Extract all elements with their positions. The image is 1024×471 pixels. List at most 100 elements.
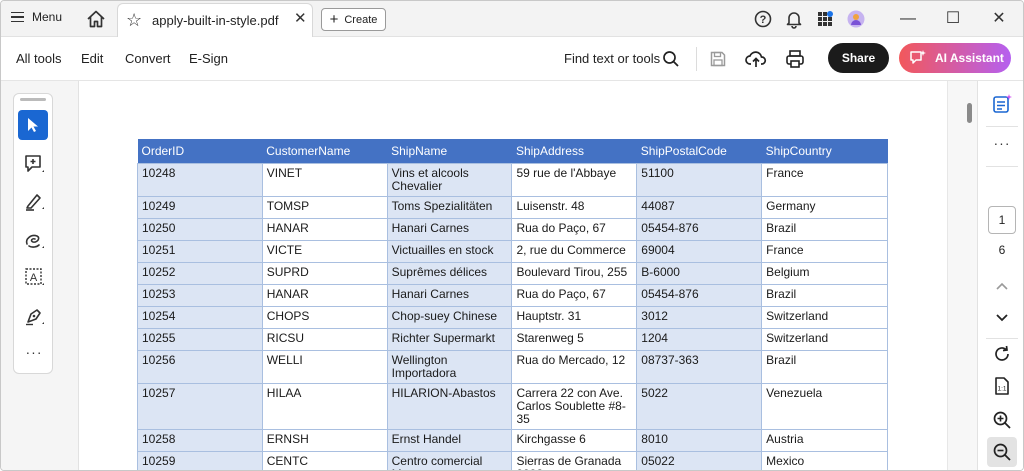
rail-more-icon[interactable]: ··· xyxy=(991,135,1013,151)
cell-shipcountry: Brazil xyxy=(761,283,888,307)
header-orderid: OrderID xyxy=(137,139,263,163)
profile-avatar[interactable] xyxy=(846,9,866,29)
vertical-scrollbar[interactable] xyxy=(947,81,977,470)
right-rail: ··· 1 6 1:1 xyxy=(977,81,1023,470)
zoom-in-icon[interactable] xyxy=(991,409,1013,431)
cell-shipcountry: Brazil xyxy=(761,217,888,241)
cell-shipaddress: Hauptstr. 31 xyxy=(511,305,638,329)
find-text-or-tools[interactable]: Find text or tools xyxy=(564,51,660,66)
table-row: 10250 HANAR Hanari Carnes Rua do Paço, 6… xyxy=(137,217,888,241)
table-row: 10259 CENTC Centro comercial Moctezuma S… xyxy=(137,450,888,470)
cell-shipaddress: 2, rue du Commerce xyxy=(511,239,638,263)
title-bar: Menu ☆ apply-built-in-style.pdf ✕ + Crea… xyxy=(1,1,1023,37)
apps-grid-icon[interactable] xyxy=(815,9,835,29)
chevron-up-icon[interactable] xyxy=(991,275,1013,297)
draw-freehand-icon[interactable] xyxy=(23,229,45,251)
more-tools-icon[interactable]: ··· xyxy=(23,344,45,360)
cell-customername: CENTC xyxy=(261,450,388,470)
cell-shipaddress: Sierras de Granada 9993 xyxy=(511,450,638,470)
cell-shipname: Toms Spezialitäten xyxy=(386,195,513,219)
rail-divider xyxy=(986,126,1018,127)
menu-convert[interactable]: Convert xyxy=(125,51,171,66)
cell-shipaddress: Rua do Paço, 67 xyxy=(511,217,638,241)
select-tool-button[interactable] xyxy=(18,110,48,140)
ai-assistant-button[interactable]: AI Assistant xyxy=(899,43,1011,73)
quick-tools-panel: A ··· xyxy=(13,93,53,374)
upload-cloud-icon[interactable] xyxy=(745,48,767,70)
add-comment-icon[interactable] xyxy=(23,153,45,175)
rotate-icon[interactable] xyxy=(991,343,1013,365)
cell-shipaddress: Kirchgasse 6 xyxy=(511,428,638,452)
table-row: 10248 VINET Vins et alcools Chevalier 59… xyxy=(137,162,888,197)
cell-orderid: 10257 xyxy=(137,382,263,430)
cell-orderid: 10256 xyxy=(137,349,263,384)
menu-esign[interactable]: E-Sign xyxy=(189,51,228,66)
close-tab-icon[interactable]: ✕ xyxy=(294,11,307,27)
search-icon[interactable] xyxy=(661,49,681,69)
cell-shippostalcode: 05022 xyxy=(636,450,763,470)
orders-table: OrderID CustomerName ShipName ShipAddres… xyxy=(137,139,888,470)
save-icon[interactable] xyxy=(708,49,728,69)
page-total: 6 xyxy=(998,243,1006,257)
print-icon[interactable] xyxy=(784,48,806,70)
cell-customername: WELLI xyxy=(261,349,388,384)
create-button[interactable]: + Create xyxy=(321,8,386,31)
main-toolbar: All tools Edit Convert E-Sign Find text … xyxy=(1,37,1023,81)
menu-button[interactable]: Menu xyxy=(11,10,62,24)
svg-text:?: ? xyxy=(760,14,767,26)
table-row: 10257 HILAA HILARION-Abastos Carrera 22 … xyxy=(137,382,888,430)
header-shipaddress: ShipAddress xyxy=(511,139,637,163)
create-label: Create xyxy=(344,13,378,26)
text-box-icon[interactable]: A xyxy=(23,266,45,288)
cell-shipname: Hanari Carnes xyxy=(386,283,513,307)
maximize-icon[interactable]: ☐ xyxy=(943,9,963,29)
cell-shippostalcode: 05454-876 xyxy=(636,283,763,307)
cell-shipname: Richter Supermarkt xyxy=(386,327,513,351)
scrollbar-thumb[interactable] xyxy=(967,103,972,123)
document-tab[interactable]: ☆ apply-built-in-style.pdf ✕ xyxy=(117,3,313,37)
highlight-pen-icon[interactable] xyxy=(23,190,45,212)
cell-shippostalcode: 1204 xyxy=(636,327,763,351)
table-row: 10253 HANAR Hanari Carnes Rua do Paço, 6… xyxy=(137,283,888,307)
cell-shippostalcode: 51100 xyxy=(636,162,763,197)
table-header-row: OrderID CustomerName ShipName ShipAddres… xyxy=(137,139,888,163)
menu-all-tools[interactable]: All tools xyxy=(16,51,62,66)
minimize-icon[interactable]: — xyxy=(898,9,918,29)
cell-shipaddress: Carrera 22 con Ave. Carlos Soublette #8-… xyxy=(511,382,638,430)
notification-bell-icon[interactable] xyxy=(784,9,804,29)
sign-pen-icon[interactable] xyxy=(23,305,45,327)
drag-handle[interactable] xyxy=(20,98,46,101)
cell-customername: SUPRD xyxy=(261,261,388,285)
toolbar-divider xyxy=(696,47,697,71)
cell-orderid: 10258 xyxy=(137,428,263,452)
help-icon[interactable]: ? xyxy=(753,9,773,29)
cell-shipaddress: Rua do Paço, 67 xyxy=(511,283,638,307)
header-shippostalcode: ShipPostalCode xyxy=(636,139,762,163)
cell-customername: HILAA xyxy=(261,382,388,430)
table-row: 10255 RICSU Richter Supermarkt Starenweg… xyxy=(137,327,888,351)
cell-shipaddress: Starenweg 5 xyxy=(511,327,638,351)
table-row: 10251 VICTE Victuailles en stock 2, rue … xyxy=(137,239,888,263)
svg-text:A: A xyxy=(30,272,38,284)
menu-edit[interactable]: Edit xyxy=(81,51,103,66)
ai-summary-icon[interactable] xyxy=(991,93,1013,115)
cell-shippostalcode: 08737-363 xyxy=(636,349,763,384)
star-icon[interactable]: ☆ xyxy=(126,10,142,30)
rail-divider xyxy=(986,338,1018,339)
chevron-down-icon[interactable] xyxy=(991,307,1013,329)
cell-shipaddress: Rua do Mercado, 12 xyxy=(511,349,638,384)
cell-shipname: Centro comercial Moctezuma xyxy=(386,450,513,470)
zoom-out-button[interactable] xyxy=(987,437,1017,467)
share-button[interactable]: Share xyxy=(828,43,889,73)
cell-shippostalcode: 3012 xyxy=(636,305,763,329)
cell-shippostalcode: 69004 xyxy=(636,239,763,263)
svg-text:1:1: 1:1 xyxy=(997,386,1006,393)
page-fit-icon[interactable]: 1:1 xyxy=(991,375,1013,397)
cell-shipname: HILARION-Abastos xyxy=(386,382,513,430)
close-window-icon[interactable]: ✕ xyxy=(989,9,1009,29)
page-number-input[interactable]: 1 xyxy=(988,206,1016,234)
cell-shipcountry: France xyxy=(761,162,888,197)
cell-customername: VINET xyxy=(261,162,388,197)
cell-shipname: Chop-suey Chinese xyxy=(386,305,513,329)
home-icon[interactable] xyxy=(85,8,107,30)
